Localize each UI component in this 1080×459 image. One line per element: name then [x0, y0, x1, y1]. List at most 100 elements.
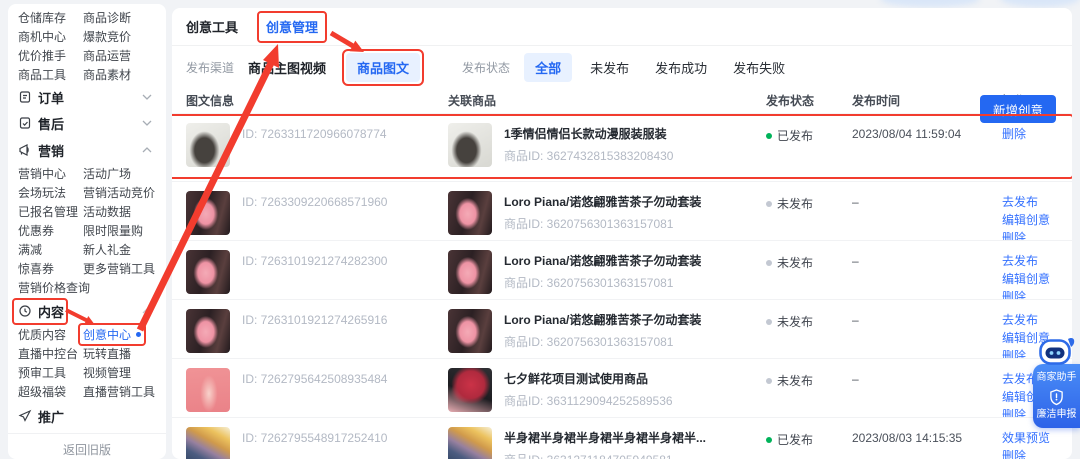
sidebar-section-promotion[interactable]: 推广: [8, 401, 166, 431]
filter-status-failed[interactable]: 发布失败: [733, 58, 785, 77]
creative-id: ID: 7262795642508935484: [242, 372, 388, 386]
product-thumbnail[interactable]: [448, 427, 492, 459]
creative-thumbnail[interactable]: [186, 123, 230, 167]
col-header-info: 图文信息: [186, 94, 235, 108]
table-row: ID: 7263311720966078774 1季情侣情侣长款动漫服装服装 商品…: [172, 114, 1072, 182]
sidebar-item-warehouse[interactable]: 仓储库存: [18, 9, 83, 26]
tabs-bar: 创意工具 创意管理: [172, 8, 1072, 46]
sidebar-item-marketing-bid[interactable]: 营销活动竞价: [83, 184, 156, 201]
delete-link[interactable]: 删除: [1002, 290, 1058, 299]
status-badge: 未发布: [777, 315, 814, 329]
col-header-product: 关联商品: [448, 94, 497, 108]
col-header-status: 发布状态: [766, 94, 815, 108]
sidebar-section-content[interactable]: 内容: [8, 297, 166, 325]
publish-time: 2023/08/04 11:59:04: [852, 127, 962, 141]
assistant-panel[interactable]: 商家助手 廉洁申报: [1033, 364, 1080, 428]
channel-filter-label: 发布渠道: [186, 60, 235, 75]
sidebar-item-marketing-center[interactable]: 营销中心: [18, 165, 83, 182]
megaphone-icon: [19, 144, 29, 156]
filter-channel-image-text[interactable]: 商品图文: [346, 52, 421, 82]
sidebar-item-hot-bid[interactable]: 爆款竞价: [83, 28, 156, 45]
sidebar-item-preaudit-tool[interactable]: 预审工具: [18, 364, 83, 381]
publish-link[interactable]: 去发布: [1002, 195, 1058, 209]
back-to-old-version-link[interactable]: 返回旧版: [8, 433, 166, 459]
sidebar-item-live-console[interactable]: 直播中控台: [18, 345, 83, 362]
assistant-title[interactable]: 商家助手: [1033, 372, 1080, 384]
publish-link[interactable]: 去发布: [1002, 254, 1058, 268]
sidebar-item-product-ops[interactable]: 商品运营: [83, 47, 156, 64]
product-thumbnail[interactable]: [448, 368, 492, 412]
publish-time: –: [852, 313, 859, 327]
integrity-report-label[interactable]: 廉洁申报: [1033, 409, 1080, 421]
edit-creative-link[interactable]: 编辑创意: [1002, 213, 1058, 227]
delete-link[interactable]: 删除: [1002, 127, 1058, 141]
sidebar-section-orders[interactable]: 订单: [8, 84, 166, 110]
product-id: 商品ID: 3631129094252589536: [504, 394, 673, 408]
publish-time: 2023/08/03 14:15:35: [852, 431, 963, 445]
creative-thumbnail[interactable]: [186, 191, 230, 235]
product-thumbnail[interactable]: [448, 309, 492, 353]
chevron-up-icon: [142, 147, 152, 153]
publish-time: –: [852, 254, 859, 268]
sidebar-item-biz-center[interactable]: 商机中心: [18, 28, 83, 45]
sidebar-item-creative-center[interactable]: 创意中心: [77, 323, 147, 346]
delete-link[interactable]: 删除: [1002, 449, 1058, 459]
sidebar-item-venue-play[interactable]: 会场玩法: [18, 184, 83, 201]
sidebar-item-activity-plaza[interactable]: 活动广场: [83, 165, 156, 182]
publish-link[interactable]: 去发布: [1002, 313, 1058, 327]
table-row: ID: 7262795642508935484 七夕鲜花项目测试使用商品商品ID…: [172, 359, 1072, 418]
filter-status-all[interactable]: 全部: [524, 52, 573, 82]
sidebar-item-video-manage[interactable]: 视频管理: [83, 364, 156, 381]
sidebar: 仓储库存 商品诊断 商机中心 爆款竞价 优价推手 商品运营 商品工具 商品素材 订单 售…: [8, 4, 166, 459]
sidebar-item-flash-sale[interactable]: 限时限量购: [83, 222, 156, 239]
status-filter-label: 发布状态: [462, 60, 511, 75]
status-badge: 未发布: [777, 197, 814, 211]
sidebar-section-aftersale[interactable]: 售后: [8, 110, 166, 136]
status-badge: 未发布: [777, 374, 814, 388]
status-badge: 未发布: [777, 256, 814, 270]
creative-thumbnail[interactable]: [186, 309, 230, 353]
sidebar-item-live-marketing-tools[interactable]: 直播营销工具: [83, 383, 156, 400]
product-thumbnail[interactable]: [448, 191, 492, 235]
table-row: ID: 7263309220668571960 Loro Piana/诺悠翩雅苦…: [172, 182, 1072, 241]
decorative-blob: [880, 0, 980, 7]
creative-thumbnail[interactable]: [186, 427, 230, 459]
product-id: 商品ID: 3631271184705949581: [504, 451, 706, 459]
sidebar-item-product-material[interactable]: 商品素材: [83, 66, 156, 83]
chevron-up-icon: [142, 308, 152, 314]
sidebar-item-price-push[interactable]: 优价推手: [18, 47, 83, 64]
effect-preview-link[interactable]: 效果预览: [1002, 431, 1058, 445]
creative-thumbnail[interactable]: [186, 368, 230, 412]
sidebar-item-diagnosis[interactable]: 商品诊断: [83, 9, 156, 26]
sidebar-item-live-play[interactable]: 玩转直播: [83, 345, 156, 362]
new-badge-dot: [136, 332, 142, 337]
sidebar-item-product-tools[interactable]: 商品工具: [18, 66, 83, 83]
product-thumbnail[interactable]: [448, 250, 492, 294]
filter-channel-main-video[interactable]: 商品主图视频: [248, 58, 326, 77]
sidebar-item-surprise-coupon[interactable]: 惊喜券: [18, 260, 83, 277]
delete-link[interactable]: 删除: [1002, 231, 1058, 240]
tab-creative-manage[interactable]: 创意管理: [266, 20, 318, 35]
creative-thumbnail[interactable]: [186, 250, 230, 294]
product-thumbnail[interactable]: [448, 123, 492, 167]
sidebar-item-marketing-price-query[interactable]: 营销价格查询: [18, 279, 90, 296]
sidebar-item-quality-content[interactable]: 优质内容: [18, 326, 83, 343]
sidebar-item-discount[interactable]: 满减: [18, 241, 83, 258]
sidebar-item-super-bag[interactable]: 超级福袋: [18, 383, 83, 400]
edit-creative-link[interactable]: 编辑创意: [1002, 272, 1058, 286]
tab-creative-tools[interactable]: 创意工具: [186, 17, 238, 36]
table-header: 图文信息 关联商品 发布状态 发布时间 操作: [172, 88, 1072, 114]
sidebar-item-registered[interactable]: 已报名管理: [18, 203, 83, 220]
sidebar-item-activity-data[interactable]: 活动数据: [83, 203, 156, 220]
sidebar-item-more-marketing-tools[interactable]: 更多营销工具: [83, 260, 156, 277]
filter-status-unpublished[interactable]: 未发布: [590, 58, 629, 77]
status-dot: [766, 319, 772, 325]
content-icon: [19, 305, 31, 317]
sidebar-item-coupon[interactable]: 优惠券: [18, 222, 83, 239]
sidebar-item-newcomer-gift[interactable]: 新人礼金: [83, 241, 156, 258]
robot-icon[interactable]: [1037, 335, 1077, 368]
sidebar-section-marketing[interactable]: 营销: [8, 136, 166, 164]
filter-bar: 发布渠道 商品主图视频 商品图文 发布状态 全部 未发布 发布成功 发布失败 新…: [172, 46, 1072, 123]
filter-status-success[interactable]: 发布成功: [655, 58, 707, 77]
product-name: 七夕鲜花项目测试使用商品: [504, 372, 649, 386]
